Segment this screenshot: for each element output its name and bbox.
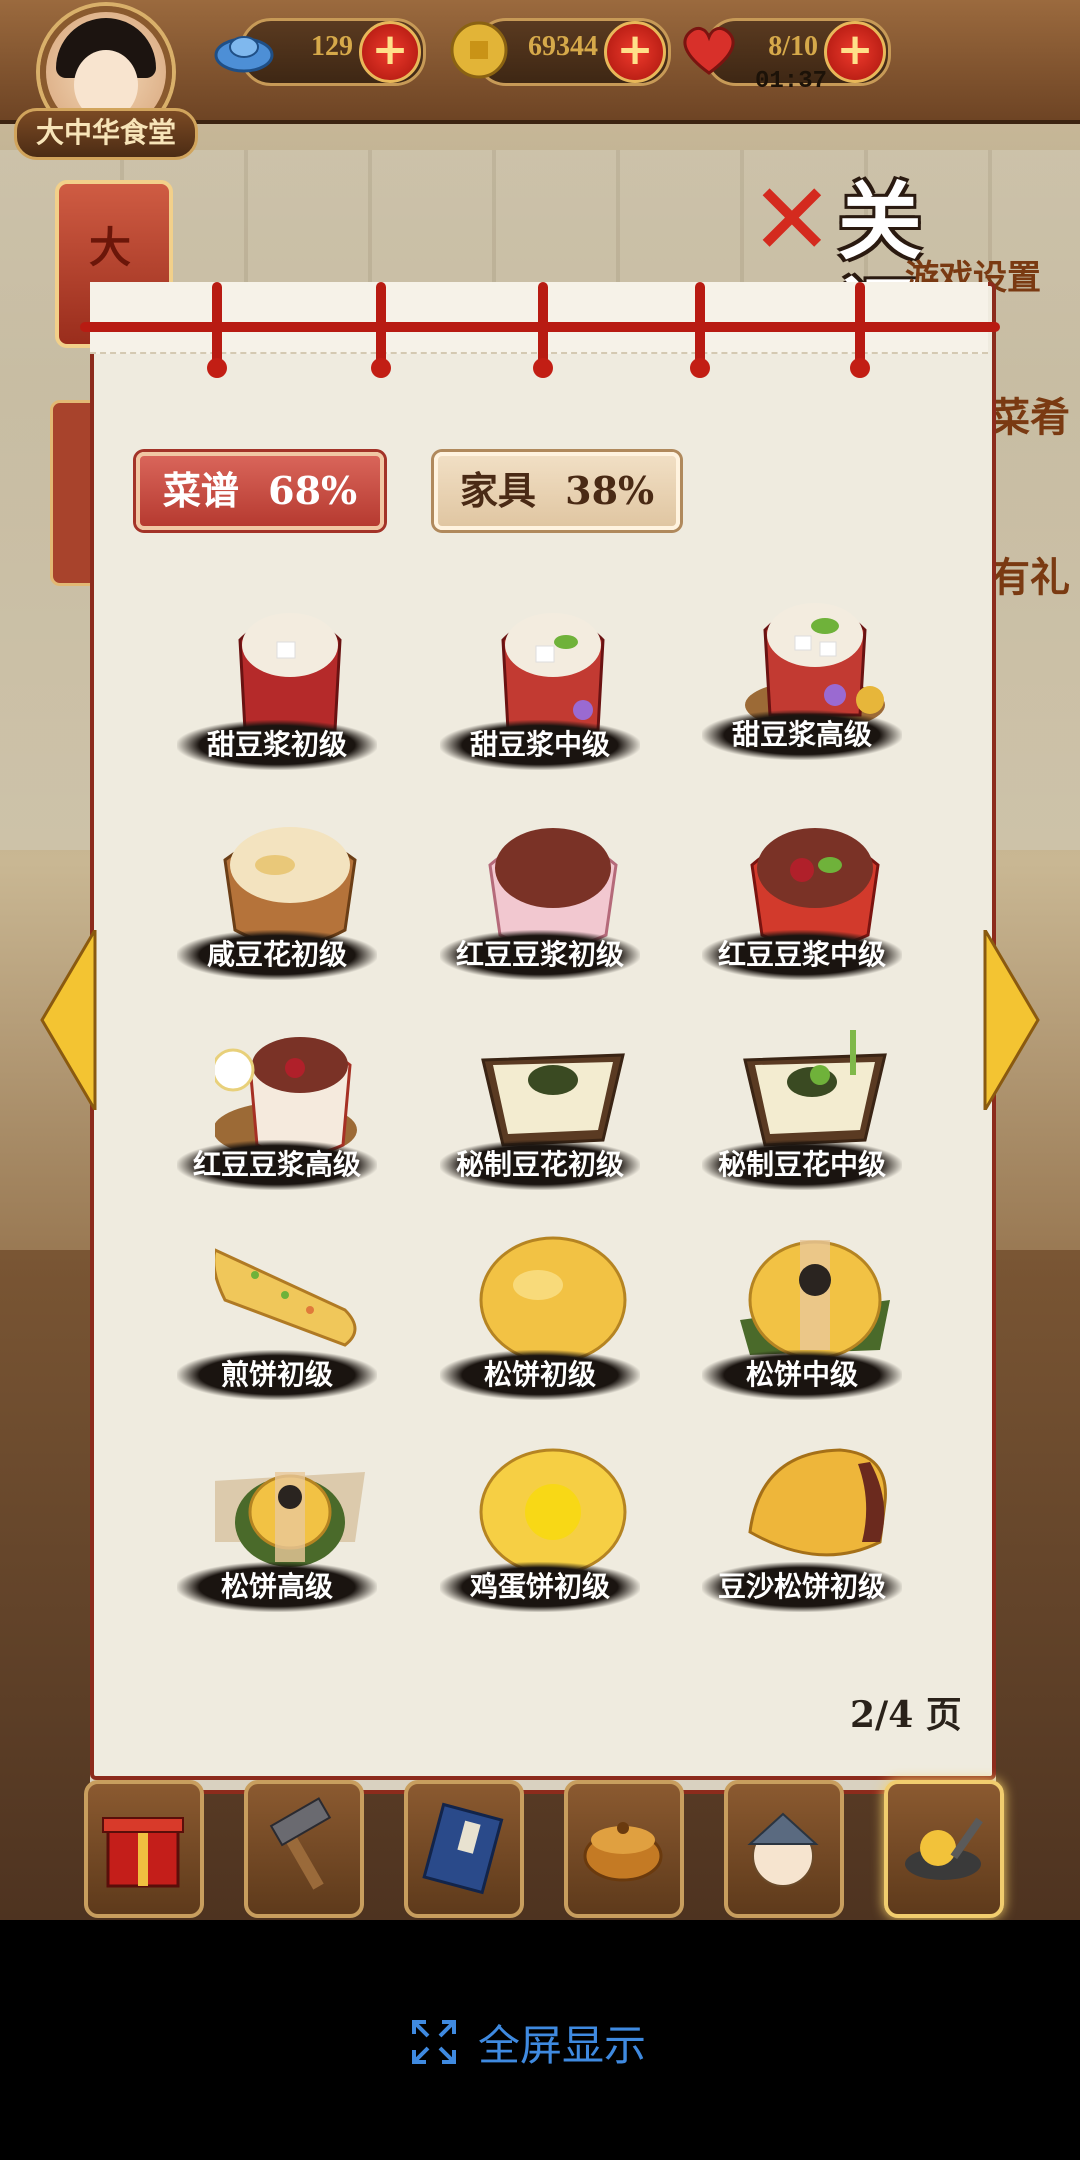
- item-label: 秘制豆花初级: [440, 1140, 640, 1190]
- ingot-value: 129: [311, 31, 353, 62]
- item-label: 红豆豆浆初级: [440, 930, 640, 980]
- tab-furniture-label: 家具: [459, 468, 536, 513]
- silver-ingot-icon: [214, 36, 274, 73]
- item-label: 煎饼初级: [177, 1350, 377, 1400]
- item-label: 甜豆浆中级: [440, 720, 640, 770]
- stamina-value: 8/10: [768, 31, 818, 62]
- expand-icon: [412, 2020, 456, 2064]
- toolbar-chef[interactable]: [724, 1780, 844, 1918]
- item-label: 红豆豆浆高级: [177, 1140, 377, 1190]
- ingot-counter: 129 +: [214, 18, 426, 86]
- item-label: 松饼初级: [440, 1350, 640, 1400]
- binding-ring: [533, 282, 553, 378]
- fullscreen-label: 全屏显示: [478, 2020, 647, 2070]
- page-indicator: 2/4 页: [850, 1694, 962, 1736]
- item-label: 秘制豆花中级: [702, 1140, 902, 1190]
- tab-furniture-percent: 38%: [565, 468, 655, 513]
- gold-coin-icon: [450, 21, 508, 79]
- previous-page-arrow[interactable]: [40, 930, 100, 1110]
- add-coin-button[interactable]: +: [604, 21, 666, 83]
- item-label: 甜豆浆高级: [702, 710, 902, 760]
- binding-ring: [850, 282, 870, 378]
- stamina-timer: 01:37: [755, 68, 828, 95]
- tab-recipes[interactable]: 菜谱 68%: [136, 452, 384, 530]
- collection-item[interactable]: 甜豆浆初级: [177, 600, 385, 800]
- shop-name-label: 大中华食堂: [14, 108, 198, 160]
- collection-item[interactable]: 豆沙松饼初级: [702, 1442, 910, 1642]
- next-page-arrow[interactable]: [980, 930, 1040, 1110]
- toolbar-book[interactable]: [404, 1780, 524, 1918]
- collection-item[interactable]: 鸡蛋饼初级: [440, 1442, 648, 1642]
- item-label: 鸡蛋饼初级: [440, 1562, 640, 1612]
- tab-recipes-percent: 68%: [268, 468, 358, 513]
- binding-ring: [207, 282, 227, 378]
- collection-item[interactable]: 煎饼初级: [177, 1230, 385, 1430]
- side-label-gift[interactable]: 有礼: [990, 545, 1070, 603]
- coin-value: 69344: [528, 31, 598, 62]
- heart-icon: [683, 26, 735, 75]
- binding-ring: [690, 282, 710, 378]
- collection-item[interactable]: 甜豆浆中级: [440, 600, 648, 800]
- item-label: 豆沙松饼初级: [702, 1562, 902, 1612]
- add-stamina-button[interactable]: +: [824, 21, 886, 83]
- coin-counter: 69344 +: [450, 18, 671, 86]
- chef-icon: [747, 1812, 819, 1887]
- gift-box-icon: [102, 1817, 184, 1888]
- item-label: 咸豆花初级: [177, 930, 377, 980]
- toolbar-hammer[interactable]: [244, 1780, 364, 1918]
- collection-item[interactable]: 松饼高级: [177, 1442, 385, 1642]
- collection-item[interactable]: 秘制豆花中级: [702, 1020, 910, 1220]
- side-label-dishes[interactable]: 菜肴: [990, 385, 1070, 443]
- item-label: 松饼高级: [177, 1562, 377, 1612]
- add-ingot-button[interactable]: +: [359, 21, 421, 83]
- game-scene: 大中华食堂 129 + 69344 + 8/10 + 01:37 大观 ✕ 关闭…: [0, 0, 1080, 1920]
- toolbar-pot[interactable]: [564, 1780, 684, 1918]
- item-label: 红豆豆浆中级: [702, 930, 902, 980]
- collection-item[interactable]: 红豆豆浆中级: [702, 810, 910, 1010]
- close-icon: ✕: [750, 161, 834, 278]
- collection-item[interactable]: 咸豆花初级: [177, 810, 385, 1010]
- collection-item[interactable]: 红豆豆浆高级: [177, 1020, 385, 1220]
- pot-icon: [583, 1822, 663, 1882]
- book-icon: [422, 1802, 504, 1895]
- tab-recipes-label: 菜谱: [162, 468, 239, 513]
- collection-item[interactable]: 秘制豆花初级: [440, 1020, 648, 1220]
- toolbar-wok[interactable]: [884, 1780, 1004, 1918]
- item-label: 松饼中级: [702, 1350, 902, 1400]
- collection-item[interactable]: 甜豆浆高级: [702, 590, 910, 790]
- collection-item[interactable]: 红豆豆浆初级: [440, 810, 648, 1010]
- wok-icon: [905, 1817, 983, 1880]
- binding-ring: [371, 282, 391, 378]
- collection-item[interactable]: 松饼中级: [702, 1230, 910, 1430]
- toolbar-gift-box[interactable]: [84, 1780, 204, 1918]
- hammer-icon: [269, 1797, 332, 1890]
- tab-furniture[interactable]: 家具 38%: [434, 452, 680, 530]
- collection-item[interactable]: 松饼初级: [440, 1230, 648, 1430]
- item-label: 甜豆浆初级: [177, 720, 377, 770]
- fullscreen-button[interactable]: 全屏显示: [412, 2012, 646, 2072]
